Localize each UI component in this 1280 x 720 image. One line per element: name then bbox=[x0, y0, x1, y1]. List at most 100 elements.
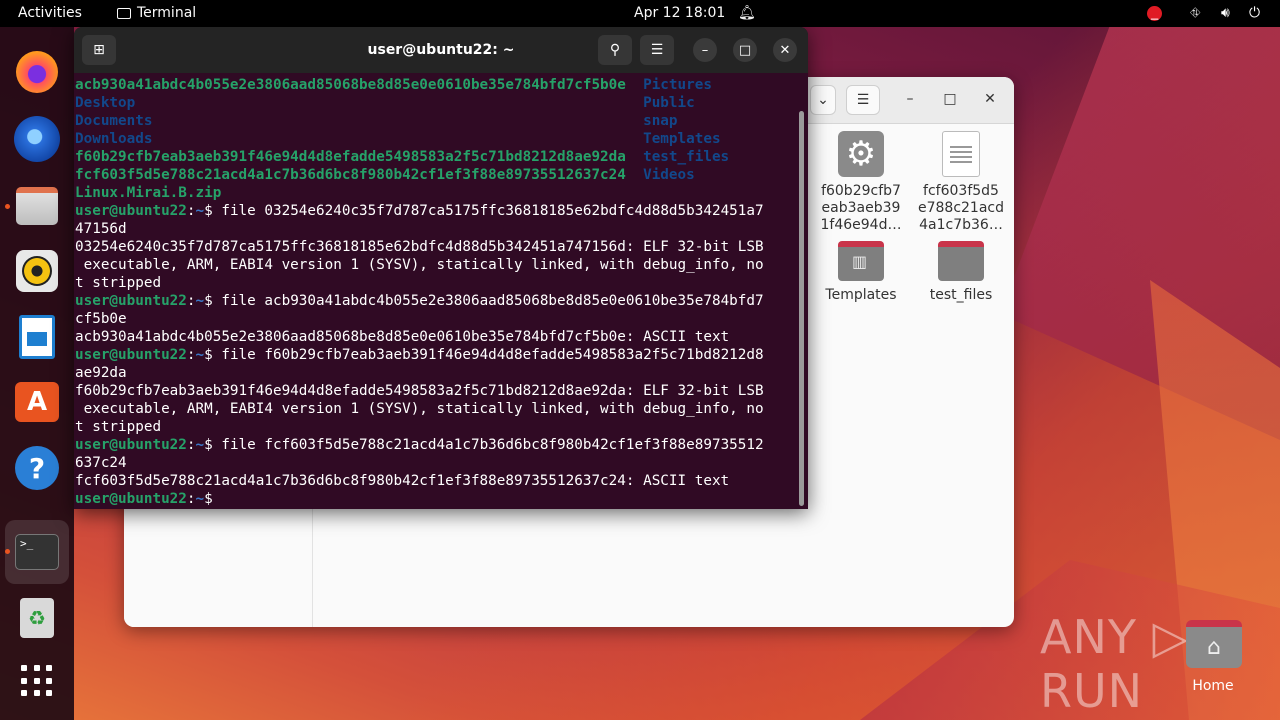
folder-item[interactable]: Templates bbox=[816, 241, 906, 304]
file-label: eab3aeb39 bbox=[821, 200, 901, 216]
file-label: e788c21acd bbox=[917, 200, 1004, 216]
terminal-text: f60b29cfb7eab3aeb391f46e94d4d8efadde5498… bbox=[75, 149, 644, 165]
show-apps-icon[interactable] bbox=[13, 657, 61, 705]
file-label: f60b29cfb7 bbox=[821, 183, 901, 199]
thunderbird-icon[interactable] bbox=[13, 115, 61, 163]
home-label[interactable]: Home bbox=[1178, 678, 1248, 694]
file-label: fcf603f5d5 bbox=[923, 183, 999, 199]
terminal-text: $ file fcf603f5d5e788c21acd4a1c7b36d6bc8… bbox=[204, 437, 764, 453]
terminal-text: acb930a41abdc4b055e2e3806aad85068be8d85e… bbox=[75, 77, 644, 93]
terminal-text: snap bbox=[643, 113, 678, 129]
terminal-icon[interactable]: >_ bbox=[13, 528, 61, 576]
rhythmbox-icon[interactable] bbox=[13, 247, 61, 295]
terminal-line: Desktop Public bbox=[75, 94, 801, 112]
terminal-line: 47156d bbox=[75, 220, 801, 238]
anyrun-watermark: ANY ▷ RUN bbox=[1040, 610, 1189, 718]
app-menu-label: Terminal bbox=[137, 5, 197, 21]
files-icon[interactable] bbox=[13, 182, 61, 230]
volume-icon[interactable]: 🔊︎ bbox=[1221, 0, 1230, 27]
dock: A ? >_ ♻ bbox=[0, 27, 74, 720]
templates-folder-icon bbox=[838, 241, 884, 281]
terminal-text: Videos bbox=[643, 167, 695, 183]
terminal-text: 637c24 bbox=[75, 455, 127, 471]
terminal-text: $ bbox=[204, 491, 222, 507]
terminal-output[interactable]: acb930a41abdc4b055e2e3806aad85068be8d85e… bbox=[75, 76, 801, 508]
terminal-line: cf5b0e bbox=[75, 310, 801, 328]
folder-icon bbox=[938, 241, 984, 281]
search-icon[interactable]: ⚲ bbox=[598, 35, 632, 65]
terminal-line: f60b29cfb7eab3aeb391f46e94d4d8efadde5498… bbox=[75, 382, 801, 400]
terminal-text: user@ubuntu22 bbox=[75, 347, 187, 363]
terminal-text: ~ bbox=[195, 347, 205, 363]
terminal-line: f60b29cfb7eab3aeb391f46e94d4d8efadde5498… bbox=[75, 148, 801, 166]
minimize-icon[interactable]: – bbox=[693, 38, 717, 62]
terminal-text: t stripped bbox=[75, 275, 162, 291]
terminal-text: ~ bbox=[195, 491, 205, 507]
terminal-line: acb930a41abdc4b055e2e3806aad85068be8d85e… bbox=[75, 76, 801, 94]
terminal-line: fcf603f5d5e788c21acd4a1c7b36d6bc8f980b42… bbox=[75, 166, 801, 184]
terminal-text: user@ubuntu22 bbox=[75, 203, 187, 219]
terminal-line: Downloads Templates bbox=[75, 130, 801, 148]
terminal-text: test_files bbox=[643, 149, 730, 165]
file-label: 1f46e94d… bbox=[820, 217, 902, 233]
terminal-window[interactable]: ⊞ user@ubuntu22: ~ ⚲ ☰ – □ ✕ acb930a41ab… bbox=[74, 27, 808, 509]
terminal-text: f60b29cfb7eab3aeb391f46e94d4d8efadde5498… bbox=[75, 383, 764, 399]
terminal-line: t stripped bbox=[75, 274, 801, 292]
app-menu[interactable]: Terminal bbox=[117, 0, 196, 27]
terminal-line: 03254e6240c35f7d787ca5175ffc36818185e62b… bbox=[75, 238, 801, 256]
file-item[interactable]: fcf603f5d5 e788c21acd 4a1c7b36… bbox=[916, 131, 1006, 234]
terminal-text: : bbox=[186, 293, 196, 309]
app-center-icon[interactable]: A bbox=[13, 378, 61, 426]
folder-label: test_files bbox=[929, 287, 993, 303]
terminal-text: $ file acb930a41abdc4b055e2e3806aad85068… bbox=[204, 293, 764, 309]
maximize-icon[interactable]: □ bbox=[733, 38, 757, 62]
menu-icon[interactable]: ☰ bbox=[846, 85, 880, 115]
close-icon[interactable]: ✕ bbox=[773, 38, 797, 62]
menu-icon[interactable]: ☰ bbox=[640, 35, 674, 65]
terminal-line: t stripped bbox=[75, 418, 801, 436]
terminal-text: : bbox=[186, 203, 196, 219]
view-options-chevron-icon[interactable]: ⌄ bbox=[810, 85, 836, 115]
close-icon[interactable]: ✕ bbox=[980, 91, 1000, 107]
text-document-icon bbox=[942, 131, 980, 177]
trash-icon[interactable]: ♻ bbox=[13, 594, 61, 642]
maximize-icon[interactable]: □ bbox=[940, 91, 960, 107]
terminal-text: Downloads bbox=[75, 131, 644, 147]
file-item[interactable]: ⚙ f60b29cfb7 eab3aeb39 1f46e94d… bbox=[816, 131, 906, 234]
terminal-text: 47156d bbox=[75, 221, 127, 237]
running-indicator bbox=[5, 549, 10, 554]
clock[interactable]: Apr 12 18:01 bbox=[634, 0, 725, 27]
terminal-line: fcf603f5d5e788c21acd4a1c7b36d6bc8f980b42… bbox=[75, 472, 801, 490]
help-icon[interactable]: ? bbox=[13, 444, 61, 492]
terminal-line: user@ubuntu22:~$ bbox=[75, 490, 801, 508]
scrollbar[interactable] bbox=[799, 111, 804, 506]
terminal-text: Documents bbox=[75, 113, 644, 129]
terminal-text: executable, ARM, EABI4 version 1 (SYSV),… bbox=[75, 257, 764, 273]
terminal-text: user@ubuntu22 bbox=[75, 491, 187, 507]
terminal-text: : bbox=[186, 347, 196, 363]
terminal-line: user@ubuntu22:~$ file f60b29cfb7eab3aeb3… bbox=[75, 346, 801, 364]
terminal-text: $ file 03254e6240c35f7d787ca5175ffc36818… bbox=[204, 203, 764, 219]
terminal-text: Linux.Mirai.B.zip bbox=[75, 185, 222, 201]
terminal-text: : bbox=[186, 437, 196, 453]
network-icon[interactable]: ⛗ bbox=[1190, 0, 1200, 27]
activities-button[interactable]: Activities bbox=[18, 0, 82, 27]
folder-label: Templates bbox=[825, 287, 897, 303]
terminal-text: user@ubuntu22 bbox=[75, 293, 187, 309]
libreoffice-writer-icon[interactable] bbox=[13, 313, 61, 361]
folder-item[interactable]: test_files bbox=[916, 241, 1006, 304]
minimize-icon[interactable]: – bbox=[900, 91, 920, 107]
file-label: 4a1c7b36… bbox=[919, 217, 1003, 233]
terminal-text: cf5b0e bbox=[75, 311, 127, 327]
terminal-text: fcf603f5d5e788c21acd4a1c7b36d6bc8f980b42… bbox=[75, 473, 730, 489]
terminal-text: 03254e6240c35f7d787ca5175ffc36818185e62b… bbox=[75, 239, 764, 255]
home-folder-icon[interactable]: ⌂ bbox=[1186, 620, 1242, 668]
terminal-app-icon bbox=[117, 8, 131, 19]
stop-icon[interactable]: − bbox=[1147, 6, 1162, 26]
power-icon[interactable]: ⏻ bbox=[1249, 0, 1260, 27]
firefox-icon[interactable] bbox=[13, 48, 61, 96]
top-bar: Activities Terminal Apr 12 18:01 🔔︎ − ⛗ … bbox=[0, 0, 1280, 27]
terminal-text: Desktop bbox=[75, 95, 644, 111]
terminal-text: ~ bbox=[195, 437, 205, 453]
bell-icon[interactable]: 🔔︎ bbox=[738, 0, 756, 27]
